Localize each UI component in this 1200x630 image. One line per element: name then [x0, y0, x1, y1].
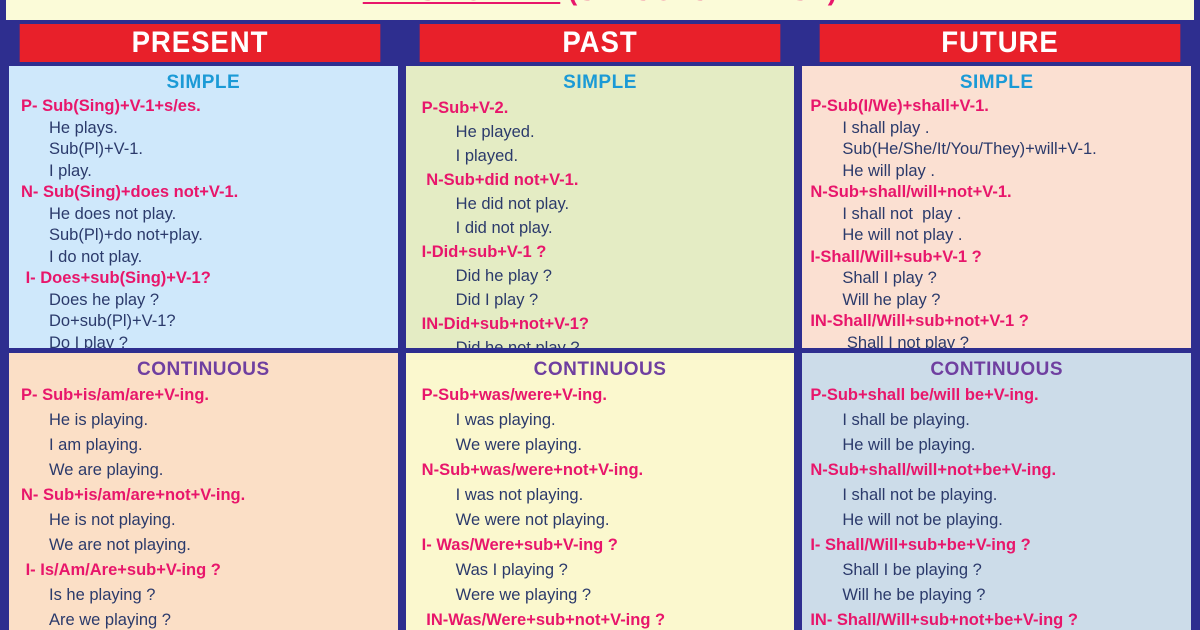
- cell-heading-future-simple: SIMPLE: [959, 72, 1034, 93]
- tense-example-line: He is playing.: [49, 411, 149, 429]
- column-header-row: PRESENT PAST FUTURE: [0, 20, 1200, 66]
- cell-heading-present-simple: SIMPLE: [166, 72, 241, 93]
- lines-present-continuous: P- Sub+is/am/are+V-ing. He is playing. I a…: [9, 383, 398, 630]
- tense-example-line: He will be playing.: [842, 436, 976, 454]
- tense-structure-line: I-Shall/Will+sub+V-1 ?: [810, 247, 982, 266]
- tense-example-line: Did he not play ?: [455, 339, 580, 348]
- page-title: TENSE CHART (STRUCTURE WISE): [363, 0, 838, 8]
- tense-example-line: He does not play.: [49, 204, 177, 223]
- tense-structure-line: P- Sub+is/am/are+V-ing.: [21, 386, 209, 404]
- tense-example-line: Sub(Pl)+V-1.: [49, 140, 144, 158]
- tense-example-line: Did I play ?: [455, 291, 539, 309]
- column-header-present-label: PRESENT: [131, 26, 269, 59]
- tense-example-line: I play.: [49, 161, 92, 180]
- tense-structure-line: N-Sub+was/were+not+V-ing.: [421, 461, 644, 479]
- tense-example-line: I shall be playing.: [842, 411, 970, 429]
- tense-example-line: I shall not play .: [842, 204, 962, 223]
- tense-example-line: He will not play .: [842, 226, 963, 244]
- lines-present-simple: P- Sub(Sing)+V-1+s/es. He plays. Sub(Pl)+V…: [9, 96, 398, 348]
- tense-example-line: I did not play.: [455, 219, 553, 237]
- chart-title-band: TENSE CHART (STRUCTURE WISE): [0, 0, 1200, 20]
- tense-example-line: I was playing.: [455, 411, 556, 429]
- tense-example-line: Were we playing ?: [455, 586, 592, 604]
- tense-structure-line: N- Sub+is/am/are+not+V-ing.: [21, 486, 246, 504]
- column-header-present: PRESENT: [19, 24, 381, 62]
- tense-example-line: Sub(He/She/It/You/They)+will+V-1.: [842, 140, 1097, 158]
- tense-example-line: He played.: [455, 123, 535, 141]
- page-title-suffix: (STRUCTURE WISE): [560, 0, 837, 6]
- tense-example-line: He will play .: [842, 161, 935, 180]
- tense-example-line: I was not playing.: [455, 486, 584, 504]
- grid-row-simple: SIMPLE P- Sub(Sing)+V-1+s/es. He plays. Su…: [5, 66, 1195, 353]
- tense-structure-line: IN-Was/Were+sub+not+V-ing ?: [421, 611, 666, 629]
- tense-structure-line: P-Sub(I/We)+shall+V-1.: [810, 97, 989, 115]
- tense-structure-line: I-Did+sub+V-1 ?: [421, 243, 547, 261]
- cell-heading-present-continuous: CONTINUOUS: [136, 359, 270, 380]
- lines-future-simple: P-Sub(I/We)+shall+V-1. I shall play . Sub(…: [802, 96, 1191, 348]
- tense-structure-line: N-Sub+shall/will+not+V-1.: [810, 183, 1012, 201]
- tense-example-line: Will he play ?: [842, 290, 941, 309]
- tense-example-line: He will not be playing.: [842, 511, 1003, 529]
- cell-heading-future-continuous: CONTINUOUS: [930, 359, 1064, 380]
- tense-example-line: We were not playing.: [455, 511, 610, 529]
- tense-structure-line: I- Does+sub(Sing)+V-1?: [21, 269, 211, 287]
- tense-structure-line: N-Sub+did not+V-1.: [421, 171, 579, 189]
- tense-structure-line: IN-Shall/Will+sub+not+V-1 ?: [810, 312, 1029, 330]
- lines-future-continuous: P-Sub+shall be/will be+V-ing. I shall be …: [802, 383, 1191, 630]
- tense-structure-line: I- Was/Were+sub+V-ing ?: [421, 536, 618, 554]
- tense-structure-line: P- Sub(Sing)+V-1+s/es.: [21, 97, 201, 115]
- tense-example-line: Shall I play ?: [842, 269, 937, 287]
- tense-example-line: Shall I be playing ?: [842, 561, 982, 579]
- cell-heading-past-continuous: CONTINUOUS: [533, 359, 667, 380]
- tense-example-line: He plays.: [49, 118, 118, 137]
- grid-row-continuous: CONTINUOUS P- Sub+is/am/are+V-ing. He is …: [5, 353, 1195, 630]
- lines-past-simple: P-Sub+V-2. He played. I played. N-Sub+did …: [406, 96, 795, 348]
- column-header-past: PAST: [419, 24, 781, 62]
- tense-example-line: I do not play.: [49, 247, 143, 266]
- cell-future-continuous: CONTINUOUS P-Sub+shall be/will be+V-ing.…: [802, 353, 1192, 630]
- tense-example-line: He did not play.: [455, 195, 570, 213]
- tense-structure-line: IN- Shall/Will+sub+not+be+V-ing ?: [810, 611, 1078, 629]
- page-title-main: TENSE CHART: [363, 0, 561, 6]
- cell-past-continuous: CONTINUOUS P-Sub+was/were+V-ing. I was pl…: [405, 353, 795, 630]
- tense-example-line: We are playing.: [49, 461, 164, 479]
- tense-example-line: I shall play .: [842, 118, 930, 137]
- cell-present-simple: SIMPLE P- Sub(Sing)+V-1+s/es. He plays. Su…: [9, 66, 398, 348]
- tense-example-line: Sub(Pl)+do not+play.: [49, 226, 203, 244]
- tense-example-line: Will he be playing ?: [842, 586, 986, 604]
- tense-example-line: He is not playing.: [49, 511, 176, 529]
- tense-example-line: Does he play ?: [49, 290, 160, 309]
- tense-example-line: I am playing.: [49, 436, 143, 454]
- tense-structure-line: I- Is/Am/Are+sub+V-ing ?: [21, 561, 221, 579]
- cell-future-simple: SIMPLE P-Sub(I/We)+shall+V-1. I shall pla…: [802, 66, 1192, 348]
- tense-structure-line: N- Sub(Sing)+does not+V-1.: [21, 183, 239, 201]
- cell-present-continuous: CONTINUOUS P- Sub+is/am/are+V-ing. He is …: [9, 353, 398, 630]
- tense-example-line: We are not playing.: [49, 536, 191, 554]
- tense-structure-line: P-Sub+shall be/will be+V-ing.: [810, 386, 1039, 404]
- column-header-future-label: FUTURE: [941, 26, 1059, 59]
- tense-structure-line: P-Sub+was/were+V-ing.: [421, 386, 607, 404]
- cell-heading-past-simple: SIMPLE: [563, 72, 637, 93]
- tense-chart: TENSE CHART (STRUCTURE WISE) PRESENT PAS…: [0, 0, 1200, 630]
- tense-example-line: Shall I not play ?: [842, 333, 969, 349]
- tense-example-line: I shall not be playing.: [842, 486, 998, 504]
- tense-structure-line: P-Sub+V-2.: [421, 99, 509, 117]
- tense-example-line: Did he play ?: [455, 267, 552, 285]
- tense-example-line: Do I play ?: [49, 333, 128, 349]
- tense-grid: SIMPLE P- Sub(Sing)+V-1+s/es. He plays. Su…: [0, 66, 1200, 630]
- tense-example-line: Do+sub(Pl)+V-1?: [49, 312, 176, 330]
- column-header-future: FUTURE: [819, 24, 1181, 62]
- tense-structure-line: IN-Did+sub+not+V-1?: [421, 315, 589, 333]
- tense-example-line: Are we playing ?: [49, 611, 171, 629]
- tense-example-line: I played.: [455, 147, 519, 165]
- cell-past-simple: SIMPLE P-Sub+V-2. He played. I played. N-S…: [405, 66, 795, 348]
- tense-example-line: We were playing.: [455, 436, 582, 454]
- tense-structure-line: N-Sub+shall/will+not+be+V-ing.: [810, 461, 1057, 479]
- tense-example-line: Was I playing ?: [455, 561, 568, 579]
- lines-past-continuous: P-Sub+was/were+V-ing. I was playing. We we…: [406, 383, 795, 630]
- tense-structure-line: I- Shall/Will+sub+be+V-ing ?: [810, 536, 1031, 554]
- column-header-past-label: PAST: [562, 26, 638, 59]
- tense-example-line: Is he playing ?: [49, 586, 156, 604]
